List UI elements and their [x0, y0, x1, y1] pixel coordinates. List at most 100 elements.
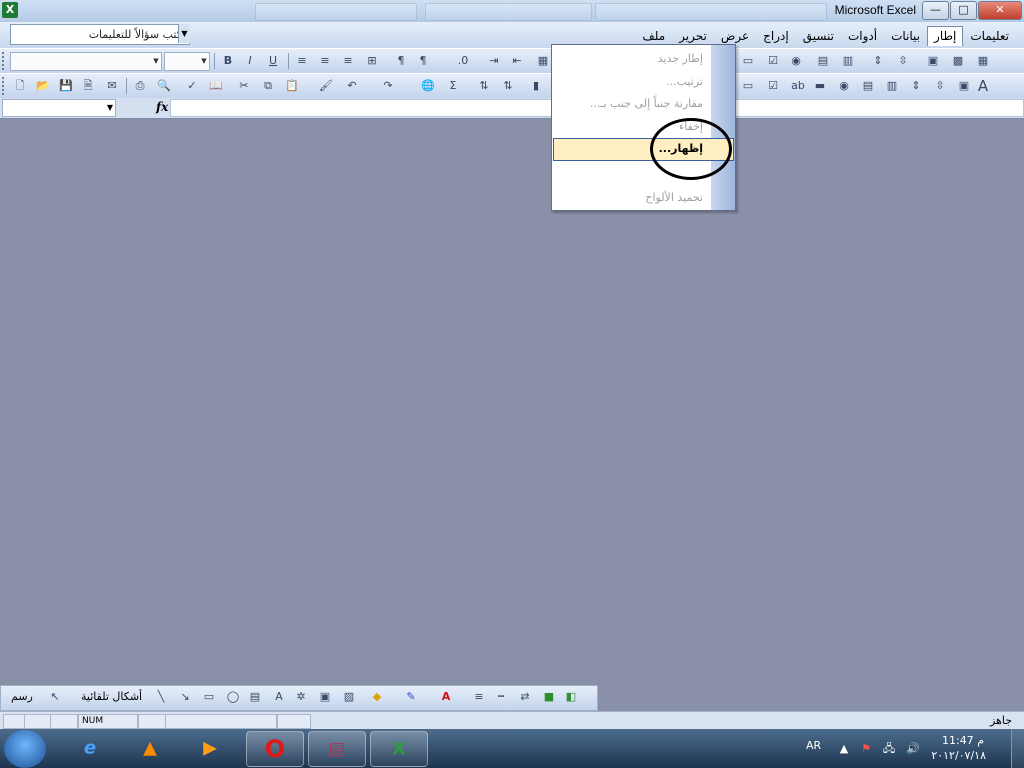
design-mode-icon[interactable]: ▦ [975, 53, 991, 69]
hyperlink-icon[interactable]: 🌐 [420, 78, 436, 94]
undo-icon[interactable]: ↶ [344, 78, 360, 94]
option-button-icon[interactable]: ◉ [788, 53, 804, 69]
volume-icon[interactable]: 🔊 [905, 741, 921, 757]
view-code-icon[interactable]: ▩ [950, 53, 966, 69]
ask-question-box[interactable]: اكتب سؤالاً للتعليمات ▼ [10, 24, 190, 45]
checkbox-control-icon[interactable]: ☑ [765, 53, 781, 69]
show-hidden-icons-icon[interactable]: ▲ [836, 741, 852, 757]
maximize-button[interactable]: □ [950, 1, 977, 20]
name-box-dropdown-icon[interactable]: ▼ [107, 100, 113, 116]
line-style-icon[interactable]: ≡ [471, 689, 487, 705]
print-icon[interactable]: ⎙ [132, 78, 148, 94]
show-desktop-button[interactable] [1011, 729, 1024, 768]
scrollbar-control-icon[interactable]: ⇕ [870, 53, 886, 69]
align-right-icon[interactable]: ≡ [294, 53, 310, 69]
font-size-dropdown[interactable]: ▼ [164, 52, 210, 71]
decimal-icon[interactable]: .0 [455, 53, 471, 69]
wordart-icon[interactable]: A [975, 78, 991, 94]
picture-icon[interactable]: ▨ [341, 689, 357, 705]
action-center-icon[interactable]: ⚑ [858, 741, 874, 757]
chart-wizard-icon[interactable]: ▮ [528, 78, 544, 94]
toolbar-grip[interactable] [2, 77, 8, 95]
scroll-control-icon[interactable]: ⇕ [908, 78, 924, 94]
borders-icon[interactable]: ▦ [535, 53, 551, 69]
textbox-icon[interactable]: ▤ [247, 689, 263, 705]
internet-explorer-icon[interactable]: e [62, 731, 118, 765]
menu-view[interactable]: عرض [714, 26, 756, 46]
menu-data[interactable]: بيانات [884, 26, 927, 46]
arrow-style-icon[interactable]: ⇄ [517, 689, 533, 705]
menu-insert[interactable]: إدراج [756, 26, 796, 46]
diagram-icon[interactable]: ✲ [293, 689, 309, 705]
cut-icon[interactable]: ✂ [236, 78, 252, 94]
menu-item-new-window[interactable]: إطار جديد [658, 52, 703, 65]
clock-date[interactable]: ٢٠١٢/٠٧/١٨ [931, 749, 986, 762]
start-button[interactable] [4, 730, 46, 768]
textbox-control-icon[interactable]: ☑ [765, 78, 781, 94]
permission-icon[interactable]: 🗎 [80, 78, 96, 94]
format-painter-icon[interactable]: 🖌 [318, 78, 334, 94]
language-indicator[interactable]: AR [806, 739, 821, 752]
select-objects-icon[interactable]: ↖ [47, 689, 63, 705]
shadow-style-icon[interactable]: ■ [541, 689, 557, 705]
oval-icon[interactable]: ◯ [225, 689, 241, 705]
spinner-control-icon[interactable]: ⇳ [895, 53, 911, 69]
align-center-icon[interactable]: ≡ [317, 53, 333, 69]
name-box[interactable]: ▼ [2, 99, 116, 117]
rtl-icon[interactable]: ¶ [393, 53, 409, 69]
ltr-icon[interactable]: ¶ [415, 53, 431, 69]
toggle-button-icon[interactable]: ▭ [740, 78, 756, 94]
copy-icon[interactable]: ⧉ [260, 78, 276, 94]
wordart-icon[interactable]: A [271, 689, 287, 705]
merge-center-icon[interactable]: ⊞ [364, 53, 380, 69]
form-control-icon[interactable]: ▭ [740, 53, 756, 69]
fill-color-icon[interactable]: ◆ [369, 689, 385, 705]
image-control-icon[interactable]: ▣ [956, 78, 972, 94]
list-control-icon[interactable]: ▤ [860, 78, 876, 94]
menu-item-freeze-panes[interactable]: تجميد الألواح [645, 191, 703, 204]
email-icon[interactable]: ✉ [104, 78, 120, 94]
arrow-icon[interactable]: ↘ [177, 689, 193, 705]
bold-icon[interactable]: B [220, 53, 236, 69]
menu-format[interactable]: تنسيق [796, 26, 841, 46]
sort-descending-icon[interactable]: ⇅ [500, 78, 516, 94]
line-icon[interactable]: ╲ [153, 689, 169, 705]
insert-function-icon[interactable]: fx [156, 100, 168, 114]
paste-icon[interactable]: 📋 [284, 78, 300, 94]
spin-control-icon[interactable]: ⇳ [932, 78, 948, 94]
button-control-icon[interactable]: ▬ [812, 78, 828, 94]
menu-tools[interactable]: أدوات [841, 26, 884, 46]
dash-style-icon[interactable]: ┅ [493, 689, 509, 705]
option-icon[interactable]: ◉ [836, 78, 852, 94]
menu-item-compare-side-by-side[interactable]: مقارنة جنباً إلى جنب بـ... [590, 97, 703, 110]
excel-taskbar-icon[interactable]: X [370, 731, 428, 767]
draw-menu-button[interactable]: رسم [11, 690, 33, 703]
ask-dropdown-arrow[interactable]: ▼ [178, 24, 190, 43]
3d-style-icon[interactable]: ◧ [563, 689, 579, 705]
combobox-icon[interactable]: ▥ [840, 53, 856, 69]
combo-control-icon[interactable]: ▥ [884, 78, 900, 94]
align-left-icon[interactable]: ≡ [340, 53, 356, 69]
close-button[interactable]: ✕ [978, 1, 1022, 20]
spelling-icon[interactable]: ✓ [184, 78, 200, 94]
italic-icon[interactable]: I [242, 53, 258, 69]
autosum-icon[interactable]: Σ [445, 78, 461, 94]
listbox-icon[interactable]: ▤ [815, 53, 831, 69]
excel-icon[interactable]: X [2, 2, 18, 18]
research-icon[interactable]: 📖 [208, 78, 224, 94]
menu-item-arrange[interactable]: ترتيب... [666, 75, 703, 88]
media-player-icon[interactable]: ▶ [182, 731, 238, 765]
menu-window[interactable]: إطار [927, 26, 964, 46]
clock-time[interactable]: 11:47 م [942, 734, 984, 747]
menu-edit[interactable]: تحرير [672, 26, 714, 46]
properties-icon[interactable]: ▣ [925, 53, 941, 69]
clipart-icon[interactable]: ▣ [317, 689, 333, 705]
save-icon[interactable]: 💾 [58, 78, 74, 94]
label-control-icon[interactable]: ab [790, 78, 806, 94]
vlc-icon[interactable]: ▲ [122, 731, 178, 765]
menu-help[interactable]: تعليمات [963, 26, 1016, 46]
rectangle-icon[interactable]: ▭ [201, 689, 217, 705]
redo-icon[interactable]: ↷ [380, 78, 396, 94]
autoshapes-button[interactable]: أشكال تلقائية [81, 690, 142, 703]
winrar-icon[interactable]: ▤ [308, 731, 366, 767]
